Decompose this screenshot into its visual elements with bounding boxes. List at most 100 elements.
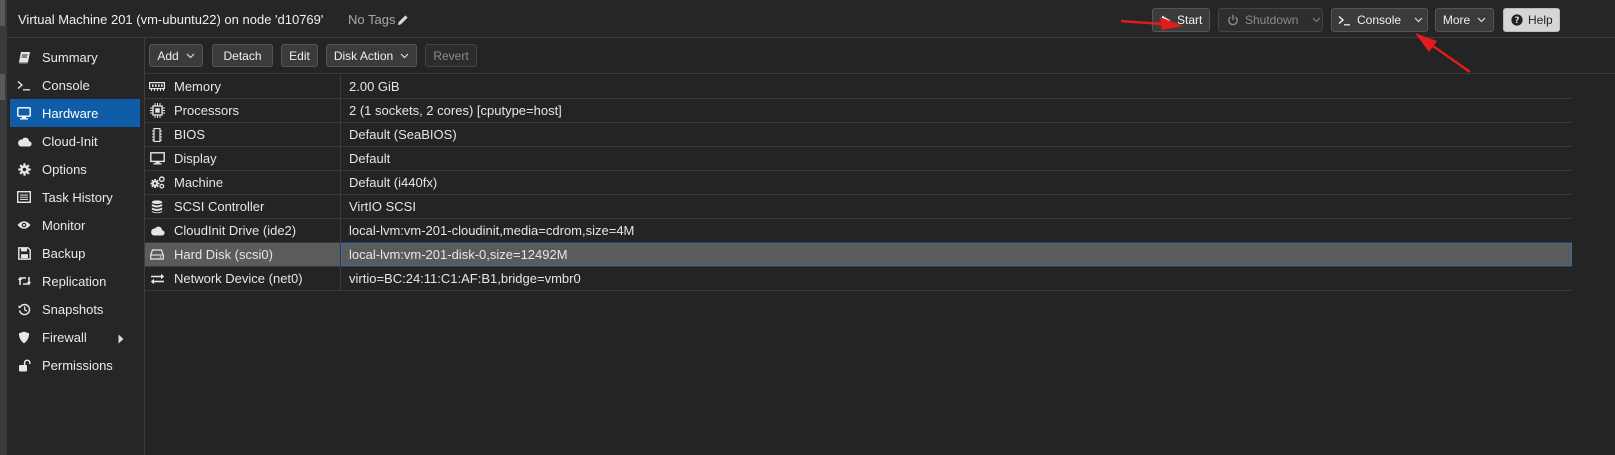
console-button[interactable]: Console [1331,8,1428,32]
cloud-icon [16,136,32,147]
table-row[interactable]: BIOS Default (SeaBIOS) [145,123,1572,147]
retweet-icon [16,275,32,287]
hardware-name: Display [174,151,217,166]
question-circle-icon: ? [1511,14,1523,26]
exchange-icon [148,273,166,285]
table-row[interactable]: Machine Default (i440fx) [145,171,1572,195]
hardware-value: local-lvm:vm-201-disk-0,size=12492M [349,247,568,262]
sidebar-item-label: Monitor [42,217,86,233]
edit-button[interactable]: Edit [281,44,318,67]
power-icon [1227,14,1239,26]
book-icon [16,51,32,64]
more-button[interactable]: More [1435,8,1494,32]
hardware-name: Hard Disk (scsi0) [174,247,273,262]
sidebar-item-permissions[interactable]: Permissions [10,351,140,379]
start-button[interactable]: Start [1152,8,1210,32]
hardware-name: CloudInit Drive (ide2) [174,223,297,238]
sidebar-item-cloud-init[interactable]: Cloud-Init [10,127,140,155]
sidebar-nav: Summary Console Hardware Cloud-Init Opti… [7,38,145,455]
pencil-icon[interactable] [397,14,409,26]
detach-label: Detach [223,48,262,63]
disk-action-button[interactable]: Disk Action [326,44,417,67]
unlock-icon [16,359,32,372]
table-row[interactable]: Display Default [145,147,1572,171]
sidebar-item-replication[interactable]: Replication [10,267,140,295]
sidebar-item-snapshots[interactable]: Snapshots [10,295,140,323]
hardware-value: local-lvm:vm-201-cloudinit,media=cdrom,s… [349,223,635,238]
cpu-icon [148,103,166,118]
database-icon [148,199,166,214]
revert-button[interactable]: Revert [425,44,477,67]
revert-label: Revert [433,48,469,63]
sidebar-item-firewall[interactable]: Firewall [10,323,140,351]
hardware-grid: Memory 2.00 GiB Processors 2 (1 sockets,… [145,75,1572,291]
sidebar-item-label: Replication [42,273,107,289]
sidebar-item-monitor[interactable]: Monitor [10,211,140,239]
left-edge-strip [0,0,7,455]
tags-editor[interactable]: No Tags [348,12,409,27]
sidebar-item-label: Task History [42,189,113,205]
sidebar-item-label: Hardware [42,105,99,121]
microchip-icon [148,127,166,142]
monitor-icon [16,106,32,120]
table-row[interactable]: Memory 2.00 GiB [145,75,1572,99]
help-label: Help [1528,13,1553,27]
edit-label: Edit [289,48,310,63]
shutdown-button[interactable]: Shutdown [1218,8,1323,32]
hardware-name: Processors [174,103,240,118]
sidebar-item-label: Backup [42,245,86,261]
hardware-value: Default (i440fx) [349,175,438,190]
start-label: Start [1177,13,1203,27]
hardware-value: virtio=BC:24:11:C1:AF:B1,bridge=vmbr0 [349,271,581,286]
chevron-down-icon [400,53,409,59]
hardware-value: VirtIO SCSI [349,199,416,214]
tags-label: No Tags [348,12,396,27]
add-label: Add [157,48,179,63]
hardware-panel: Add Detach Edit Disk Action Revert Memor… [145,38,1615,455]
hdd-icon [148,249,166,260]
help-button[interactable]: ? Help [1503,8,1560,32]
left-edge-tab[interactable] [0,74,5,100]
table-row[interactable]: Processors 2 (1 sockets, 2 cores) [cputy… [145,99,1572,123]
cogs-icon [148,176,166,189]
chevron-down-icon[interactable] [1414,17,1423,23]
play-icon [1161,15,1171,26]
more-label: More [1442,13,1471,27]
sidebar-item-console[interactable]: Console [10,71,140,99]
add-button[interactable]: Add [149,44,203,67]
chevron-down-icon [1477,17,1486,23]
chevron-down-icon[interactable] [1312,17,1321,23]
hardware-value: Default (SeaBIOS) [349,127,457,142]
hardware-toolbar: Add Detach Edit Disk Action Revert [145,38,1615,74]
sidebar-item-options[interactable]: Options [10,155,140,183]
memory-icon [148,82,166,91]
hardware-value: Default [349,151,391,166]
sidebar-item-label: Cloud-Init [42,133,98,149]
gear-icon [16,162,32,176]
table-row[interactable]: SCSI Controller VirtIO SCSI [145,195,1572,219]
sidebar-item-task-history[interactable]: Task History [10,183,140,211]
console-label: Console [1357,13,1402,27]
list-icon [16,191,32,203]
chevron-down-icon [186,53,195,59]
terminal-icon [16,80,32,91]
chevron-right-icon[interactable] [118,332,124,347]
sidebar-item-label: Snapshots [42,301,104,317]
shield-icon [16,331,32,344]
table-row[interactable]: Network Device (net0) virtio=BC:24:11:C1… [145,267,1572,291]
disk-action-label: Disk Action [333,48,394,63]
sidebar-item-hardware[interactable]: Hardware [10,99,140,127]
sidebar-item-backup[interactable]: Backup [10,239,140,267]
table-row[interactable]: Hard Disk (scsi0) local-lvm:vm-201-disk-… [145,243,1572,267]
table-row[interactable]: CloudInit Drive (ide2) local-lvm:vm-201-… [145,219,1572,243]
cloud-icon [148,225,166,236]
sidebar-item-label: Summary [42,49,98,65]
sidebar-item-summary[interactable]: Summary [10,43,140,71]
terminal-icon [1338,15,1351,26]
eye-icon [16,220,32,230]
hardware-name: Network Device (net0) [174,271,303,286]
detach-button[interactable]: Detach [212,44,273,67]
left-edge-tab[interactable] [0,0,5,26]
hardware-value: 2.00 GiB [349,79,400,94]
hardware-name: BIOS [174,127,206,142]
